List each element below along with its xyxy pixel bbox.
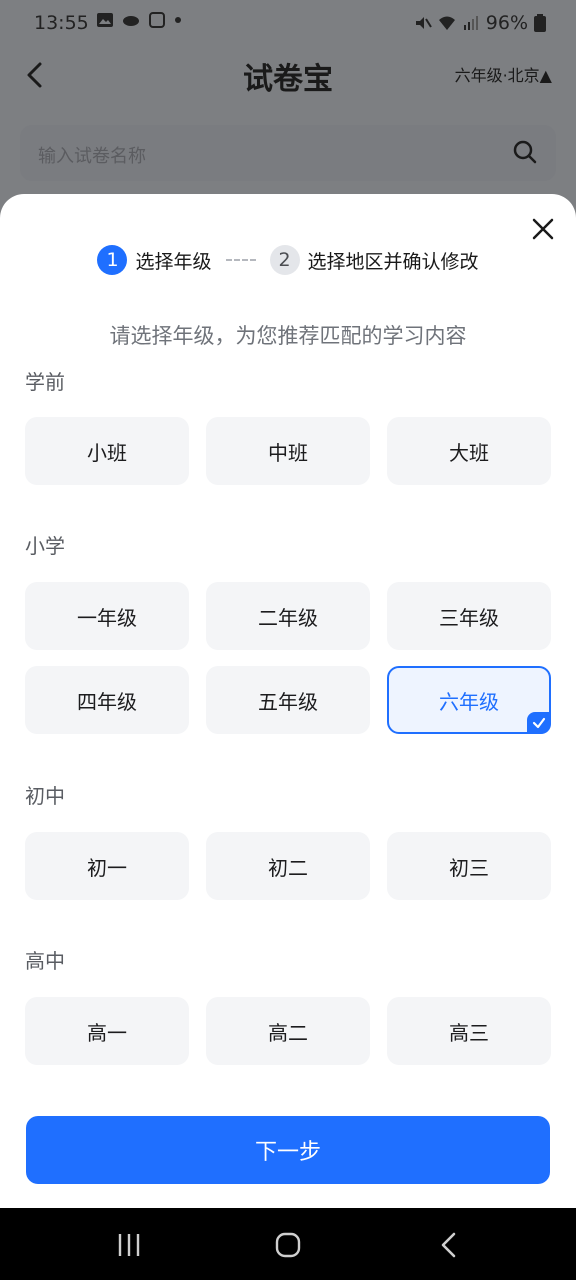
- status-bar: 13:55 96%: [0, 0, 576, 48]
- grade-option[interactable]: 高三: [387, 997, 551, 1065]
- grade-option[interactable]: 三年级: [387, 582, 551, 650]
- grade-option[interactable]: 大班: [387, 417, 551, 485]
- home-icon[interactable]: [273, 1230, 303, 1260]
- grade-option[interactable]: 高二: [206, 997, 370, 1065]
- image-icon: [97, 13, 113, 27]
- system-nav-bar: [0, 1208, 576, 1280]
- back-icon[interactable]: [434, 1230, 464, 1260]
- app-header: 试卷宝 六年级·北京▲: [0, 48, 576, 102]
- battery-icon: [534, 14, 546, 32]
- section-label-junior-high: 初中: [25, 784, 65, 808]
- step-2-label: 选择地区并确认修改: [307, 250, 479, 273]
- grade-option[interactable]: 中班: [206, 417, 370, 485]
- checkmark-icon: [527, 712, 551, 734]
- section-label-primary: 小学: [25, 534, 65, 558]
- notification-icons: [96, 12, 182, 28]
- next-step-button[interactable]: 下一步: [26, 1116, 550, 1184]
- step-1-number: 1: [97, 245, 128, 275]
- grade-option[interactable]: 一年级: [25, 582, 189, 650]
- status-time: 13:55: [34, 12, 89, 34]
- wifi-icon: [438, 16, 455, 30]
- search-placeholder: 输入试卷名称: [38, 146, 146, 167]
- search-input[interactable]: 输入试卷名称: [20, 125, 556, 181]
- grade-option-label: 六年级: [439, 689, 499, 714]
- grade-option[interactable]: 四年级: [25, 666, 189, 734]
- section-label-preschool: 学前: [25, 370, 65, 394]
- step-1-label: 选择年级: [135, 250, 212, 273]
- signal-icon: [463, 16, 478, 30]
- dot-icon: [175, 17, 181, 23]
- step-indicator: 1 选择年级 2 选择地区并确认修改: [0, 244, 576, 276]
- grade-selection-sheet: 1 选择年级 2 选择地区并确认修改 请选择年级，为您推荐匹配的学习内容 学前 …: [0, 194, 576, 1208]
- grade-option-selected[interactable]: 六年级: [387, 666, 551, 734]
- grade-option[interactable]: 初一: [25, 832, 189, 900]
- step-divider: [225, 259, 256, 261]
- grade-option[interactable]: 初三: [387, 832, 551, 900]
- step-2-number: 2: [269, 245, 300, 275]
- close-icon[interactable]: [530, 216, 556, 242]
- battery-percent: 96%: [485, 12, 528, 34]
- mute-icon: [415, 17, 432, 29]
- grade-option[interactable]: 五年级: [206, 666, 370, 734]
- grade-region-selector[interactable]: 六年级·北京▲: [455, 62, 552, 86]
- grade-option[interactable]: 初二: [206, 832, 370, 900]
- grade-option[interactable]: 小班: [25, 417, 189, 485]
- app-icon: [149, 12, 165, 28]
- system-icons: 96%: [414, 12, 546, 34]
- cloud-icon: [123, 16, 139, 26]
- grade-option[interactable]: 高一: [25, 997, 189, 1065]
- sheet-subtitle: 请选择年级，为您推荐匹配的学习内容: [109, 324, 467, 348]
- search-icon[interactable]: [512, 139, 538, 165]
- recent-apps-icon[interactable]: [114, 1230, 144, 1260]
- section-label-senior-high: 高中: [25, 949, 65, 973]
- grade-option[interactable]: 二年级: [206, 582, 370, 650]
